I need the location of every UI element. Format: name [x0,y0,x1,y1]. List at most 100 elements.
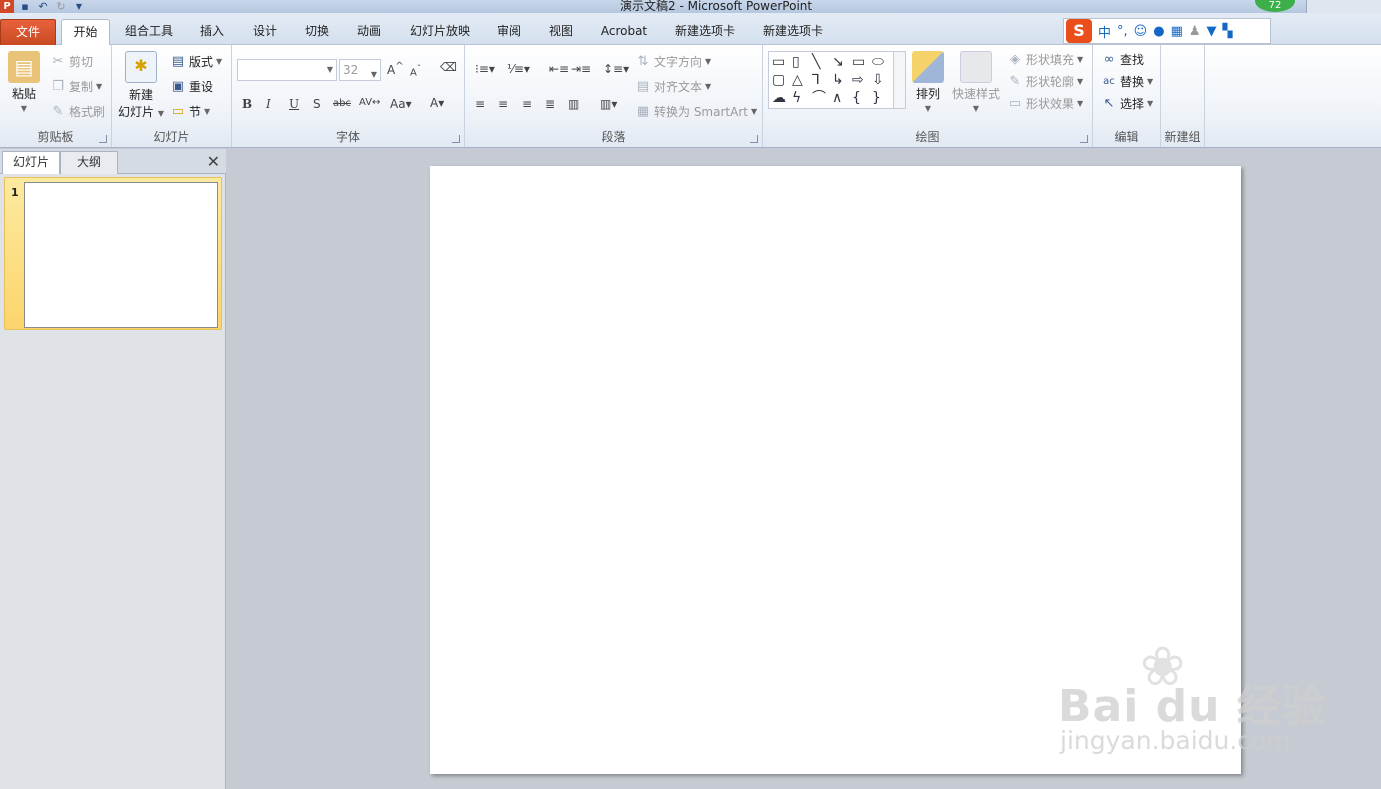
section-button[interactable]: ▭ 节 ▼ [170,103,210,120]
right-brace-icon[interactable]: } [872,90,881,106]
tab-view[interactable]: 视图 [541,19,581,45]
shrink-font-icon[interactable]: Aˇ [410,63,421,78]
new-slide-button[interactable]: ✱ 新建 幻灯片 ▼ [118,51,164,120]
align-right-icon[interactable]: ≡ [522,97,532,111]
paragraph-launcher-icon[interactable] [750,135,758,143]
font-size-combo[interactable]: 32 ▼ [339,59,381,81]
arrow-line-icon[interactable]: ↘ [832,54,844,70]
font-launcher-icon[interactable] [452,135,460,143]
rounded-rectangle-icon[interactable]: ▢ [772,72,785,88]
decrease-indent-icon[interactable]: ⇤≡ [549,62,569,76]
shape-effects-button[interactable]: ▭ 形状效果 ▼ [1007,95,1083,112]
clear-formatting-icon[interactable]: ⌫ [440,60,457,74]
textbox-icon[interactable]: ▭ [772,54,785,70]
distributed-icon[interactable]: ▥ [568,97,579,111]
customize-qat-icon[interactable]: ▼ [72,1,86,13]
align-text-button[interactable]: ▤ 对齐文本 ▼ [635,78,711,95]
slide-thumbnail-selected[interactable]: 1 [4,177,222,330]
clipboard-launcher-icon[interactable] [99,135,107,143]
justify-icon[interactable]: ≣ [545,97,555,111]
align-center-icon[interactable]: ≡ [498,97,508,111]
bullets-icon[interactable]: ⁝≡▾ [475,62,495,76]
rectangle-icon[interactable]: ▭ [852,54,865,70]
undo-icon[interactable]: ↶ [36,0,50,13]
close-icon[interactable]: ✕ [207,152,220,171]
quick-styles-button[interactable]: 快速样式 ▼ [952,51,1000,113]
reset-button[interactable]: ▣ 重设 [170,78,213,95]
columns-icon[interactable]: ▥▾ [600,97,617,111]
tab-file[interactable]: 文件 [0,19,56,45]
tab-outline-pane[interactable]: 大纲 [60,151,118,174]
tab-transitions[interactable]: 切换 [297,19,337,45]
tab-home[interactable]: 开始 [61,19,110,46]
character-spacing-icon[interactable]: AV↔ [359,97,380,108]
freeform-icon[interactable]: ☁ [772,90,786,106]
tab-slideshow[interactable]: 幻灯片放映 [404,19,476,45]
align-left-icon[interactable]: ≡ [475,97,485,111]
bold-icon[interactable]: B [242,97,252,111]
user-icon[interactable]: ♟ [1189,24,1201,39]
drawing-launcher-icon[interactable] [1080,135,1088,143]
format-painter-button[interactable]: ✎ 格式刷 [50,103,105,120]
font-name-dropdown-icon[interactable]: ▼ [327,65,333,74]
italic-icon[interactable]: I [266,97,271,111]
tab-animations[interactable]: 动画 [349,19,389,45]
underline-icon[interactable]: U [289,97,299,111]
shapes-gallery[interactable]: ▭ ▯ ╲ ↘ ▭ ⬭ ▢ △ ⅂ ↳ ⇨ ⇩ ☁ ϟ ⌒ ∧ { } [768,51,906,109]
elbow-connector-icon[interactable]: ⅂ [812,72,820,88]
new-slide-dropdown-icon[interactable]: ▼ [158,109,164,118]
paste-button[interactable]: ▤ 粘贴 ▼ [8,51,40,113]
change-case-icon[interactable]: Aa▾ [390,97,412,111]
cut-button[interactable]: ✂ 剪切 [50,53,93,70]
save-icon[interactable]: ▪ [18,0,32,13]
convert-smartart-button[interactable]: ▦ 转换为 SmartArt ▼ [635,103,757,120]
font-size-dropdown-icon[interactable]: ▼ [371,65,377,85]
arc-icon[interactable]: ⌒ [812,90,826,106]
oval-icon[interactable]: ⬭ [872,54,884,70]
window-controls[interactable] [1306,0,1381,13]
numbering-icon[interactable]: ⅟≡▾ [507,62,530,76]
scribble-icon[interactable]: ϟ [792,90,801,106]
left-brace-icon[interactable]: { [852,90,861,106]
replace-button[interactable]: ac 替换 ▼ [1101,73,1153,90]
tab-review[interactable]: 审阅 [489,19,529,45]
slide-thumbnail[interactable] [24,182,218,328]
redo-icon[interactable]: ↻ [54,0,68,13]
font-name-combo[interactable]: ▼ [237,59,337,81]
tab-new-tab-1[interactable]: 新建选项卡 [668,19,742,45]
layout-button[interactable]: ▤ 版式 ▼ [170,53,222,70]
triangle-icon[interactable]: △ [792,72,803,88]
text-direction-button[interactable]: ⇅ 文字方向 ▼ [635,53,712,70]
shape-outline-button[interactable]: ✎ 形状轮廓 ▼ [1007,73,1084,90]
tab-acrobat[interactable]: Acrobat [596,19,652,45]
elbow-arrow-icon[interactable]: ↳ [832,72,844,88]
tab-new-tab-2[interactable]: 新建选项卡 [756,19,830,45]
arrange-button[interactable]: 排列 ▼ [912,51,944,113]
emoji-icon[interactable]: ☺ [1134,24,1148,39]
right-arrow-icon[interactable]: ⇨ [852,72,864,88]
copy-button[interactable]: ❐ 复制 ▼ [50,78,102,95]
select-button[interactable]: ↖ 选择 ▼ [1101,95,1154,112]
line-icon[interactable]: ╲ [812,54,820,70]
punctuation-icon[interactable]: °, [1117,24,1128,39]
grow-font-icon[interactable]: A^ [387,61,404,77]
curve-icon[interactable]: ∧ [832,90,842,106]
sogou-logo-icon[interactable]: S [1066,19,1092,43]
keyboard-icon[interactable]: ▦ [1171,24,1183,39]
tab-design[interactable]: 设计 [245,19,285,45]
down-arrow-icon[interactable]: ⇩ [872,72,884,88]
microphone-icon[interactable]: ● [1153,24,1164,39]
line-spacing-icon[interactable]: ↕≡▾ [603,62,629,76]
shape-fill-button[interactable]: ◈ 形状填充 ▼ [1007,51,1083,68]
tab-insert[interactable]: 插入 [192,19,232,45]
strikethrough-icon[interactable]: abc [333,98,351,109]
tab-drawing-tools[interactable]: 组合工具 [118,19,180,45]
font-color-icon[interactable]: A▾ [430,96,444,110]
shadow-icon[interactable]: S [313,97,321,111]
find-button[interactable]: ∞ 查找 [1101,51,1144,68]
powerpoint-logo-icon[interactable]: P [0,0,14,13]
vertical-textbox-icon[interactable]: ▯ [792,54,800,70]
skin-icon[interactable]: ▼ [1207,24,1217,39]
ime-mode-label[interactable]: 中 [1098,22,1111,41]
toolbox-icon[interactable]: ▚ [1223,24,1233,39]
